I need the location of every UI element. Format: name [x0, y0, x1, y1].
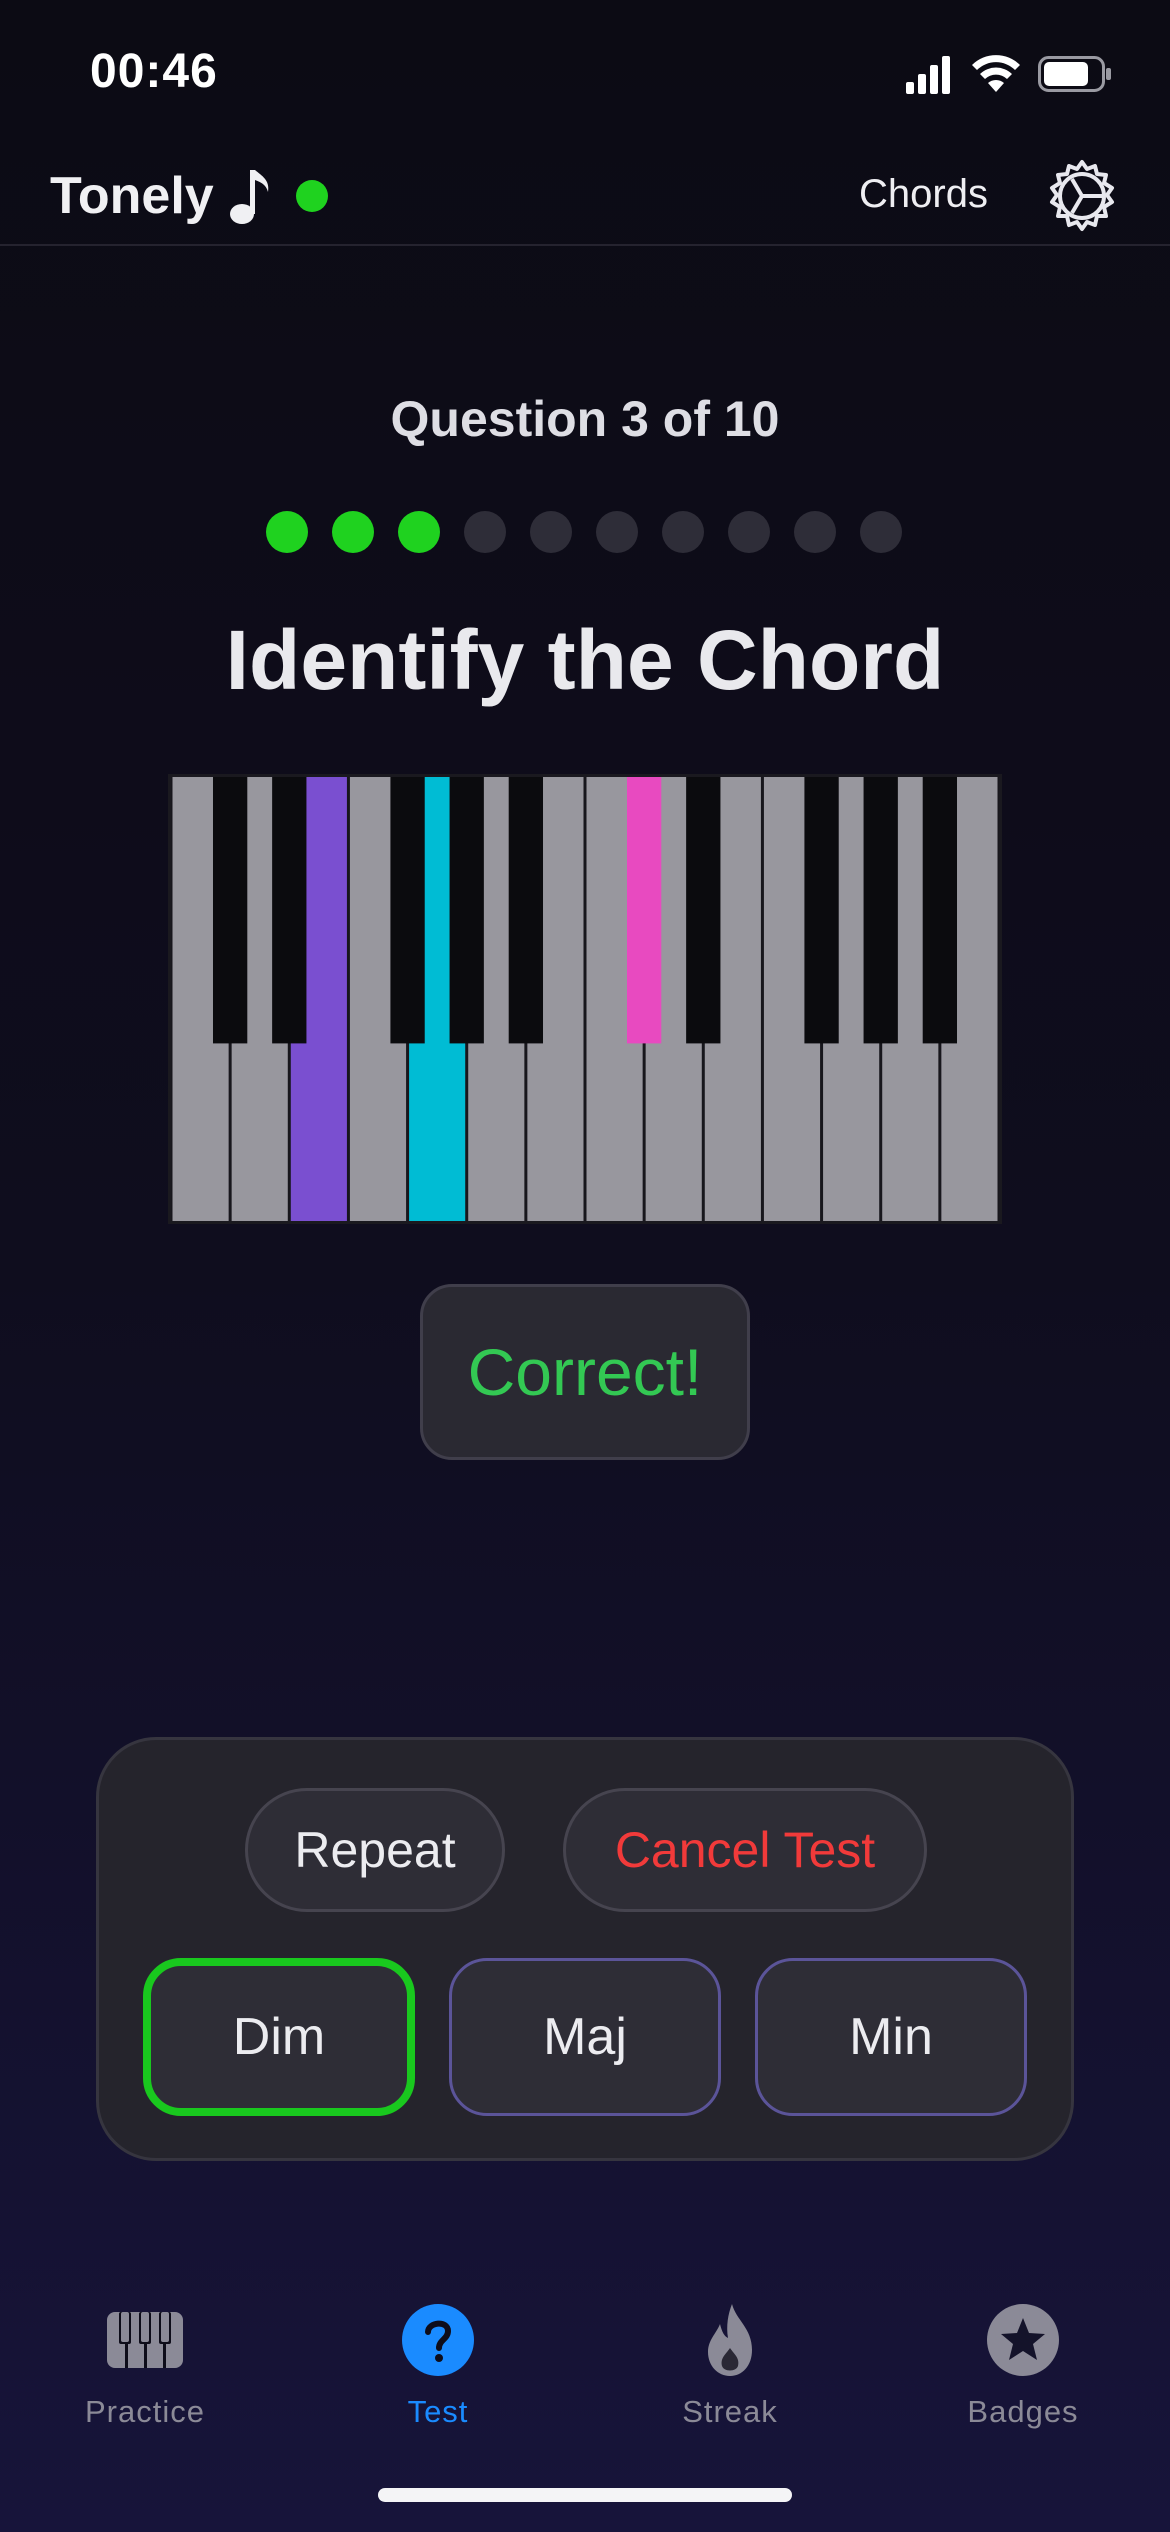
question-icon	[402, 2304, 474, 2376]
black-key[interactable]	[626, 777, 662, 1044]
black-key[interactable]	[508, 777, 544, 1044]
mode-selector[interactable]: Chords	[859, 172, 988, 217]
feedback-text: Correct!	[467, 1335, 703, 1409]
tab-practice-label: Practice	[85, 2394, 205, 2429]
progress-dot	[464, 511, 506, 553]
star-badge-icon	[987, 2304, 1059, 2376]
choice-maj-button[interactable]: Maj	[449, 1958, 721, 2116]
black-key[interactable]	[863, 777, 898, 1044]
progress-dot	[530, 511, 572, 553]
wifi-icon	[972, 55, 1020, 92]
flame-icon	[708, 2304, 752, 2376]
black-key[interactable]	[686, 777, 721, 1044]
piano-keys[interactable]	[171, 777, 999, 1221]
progress-dot	[596, 511, 638, 553]
app-title: Tonely	[50, 167, 214, 225]
tab-badges-label: Badges	[967, 2394, 1079, 2429]
tab-practice[interactable]: Practice	[25, 2290, 265, 2440]
answer-panel: Repeat Cancel Test Dim Maj Min	[96, 1737, 1074, 2161]
status-bar: 00:46	[0, 0, 1170, 150]
choice-min-button[interactable]: Min	[755, 1958, 1027, 2116]
black-key[interactable]	[804, 777, 839, 1044]
tab-streak[interactable]: Streak	[610, 2290, 850, 2440]
progress-dot	[728, 511, 770, 553]
battery-icon	[1038, 56, 1111, 92]
tab-test[interactable]: Test	[318, 2290, 558, 2440]
progress-dots	[266, 511, 906, 553]
piano-keyboard[interactable]	[168, 774, 1002, 1224]
live-status-dot	[296, 180, 328, 212]
choice-dim-button[interactable]: Dim	[143, 1958, 415, 2116]
progress-dot	[794, 511, 836, 553]
tab-bar: Practice Test Streak Badges	[0, 2290, 1170, 2450]
piano-icon	[107, 2312, 183, 2368]
music-note-icon	[230, 170, 269, 224]
settings-gear-icon[interactable]	[1044, 158, 1120, 234]
progress-dot	[860, 511, 902, 553]
tab-test-label: Test	[407, 2394, 469, 2429]
progress-dot	[266, 511, 308, 553]
tab-badges[interactable]: Badges	[903, 2290, 1143, 2440]
black-key[interactable]	[272, 777, 307, 1044]
progress-dot	[398, 511, 440, 553]
question-counter: Question 3 of 10	[390, 391, 780, 447]
black-key[interactable]	[449, 777, 484, 1044]
black-key[interactable]	[212, 777, 248, 1044]
progress-dot	[662, 511, 704, 553]
status-time: 00:46	[90, 45, 218, 98]
cancel-test-button[interactable]: Cancel Test	[563, 1788, 927, 1912]
progress-dot	[332, 511, 374, 553]
black-key[interactable]	[922, 777, 958, 1044]
app-header: Tonely Chords	[0, 150, 1170, 246]
black-key[interactable]	[390, 777, 425, 1044]
tab-streak-label: Streak	[682, 2394, 778, 2429]
repeat-button[interactable]: Repeat	[245, 1788, 505, 1912]
cellular-signal-icon	[906, 56, 950, 94]
home-indicator	[378, 2488, 792, 2502]
feedback-box: Correct!	[420, 1284, 750, 1460]
prompt-title: Identify the Chord	[225, 613, 945, 707]
